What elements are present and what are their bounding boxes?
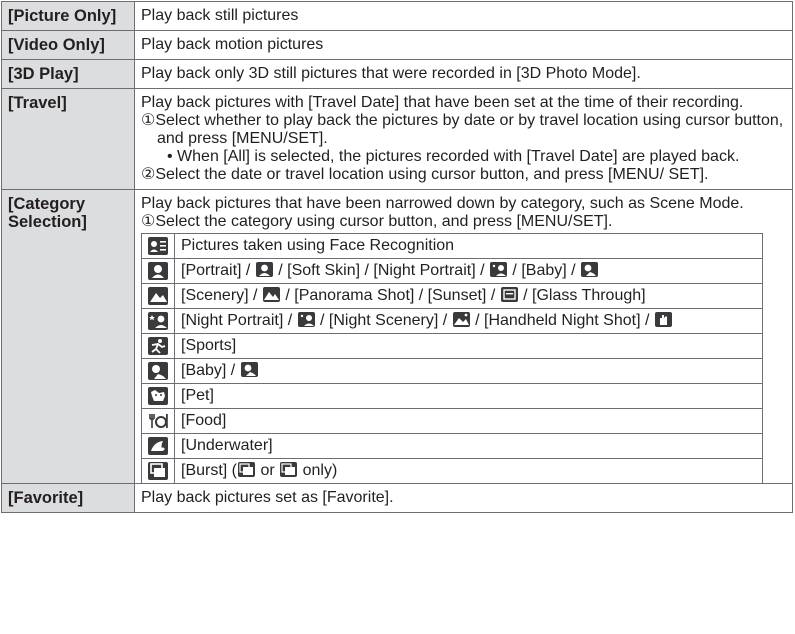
- category-label: / [Night Scenery] /: [315, 312, 452, 329]
- burst-icon: [148, 461, 168, 480]
- playback-filter-table: [Picture Only] Play back still pictures …: [1, 1, 793, 513]
- baby-icon: [148, 361, 168, 380]
- category-label: [Burst] (: [181, 462, 238, 479]
- sports-icon: [148, 336, 168, 355]
- row-desc-favorite: Play back pictures set as [Favorite].: [134, 483, 793, 513]
- category-description: Play back pictures that have been narrow…: [141, 195, 744, 212]
- row-key-category-selection: [Category Selection]: [1, 189, 135, 484]
- row-key-travel: [Travel]: [1, 88, 135, 190]
- row-key-video-only: [Video Only]: [1, 30, 135, 60]
- category-label: [Pet]: [181, 387, 214, 404]
- table-row: [Category Selection] Play back pictures …: [1, 189, 793, 484]
- category-label: / [Baby] /: [507, 262, 581, 279]
- table-row: [3D Play] Play back only 3D still pictur…: [1, 59, 793, 89]
- category-list: Pictures taken using Face Recognition [P…: [141, 233, 763, 483]
- category-label: only): [298, 462, 338, 479]
- row-desc-video-only: Play back motion pictures: [134, 30, 793, 60]
- category-label: [Portrait] /: [181, 262, 255, 279]
- category-label: / [Glass Through]: [518, 287, 646, 304]
- portrait-icon: [148, 261, 168, 280]
- burst-60-icon: [280, 462, 298, 477]
- travel-description: Play back pictures with [Travel Date] th…: [141, 94, 744, 111]
- table-row: [Favorite] Play back pictures set as [Fa…: [1, 483, 793, 513]
- travel-note: • When [All] is selected, the pictures r…: [167, 148, 740, 165]
- night-portrait-mini-icon: [489, 262, 507, 277]
- category-label: / [Handheld Night Shot] /: [470, 312, 654, 329]
- row-category-cell: Play back pictures that have been narrow…: [134, 189, 793, 484]
- category-row-portrait: [Portrait] / / [Soft Skin] / [Night Port…: [141, 258, 763, 284]
- soft-skin-icon: [255, 262, 273, 277]
- category-label: / [Panorama Shot] / [Sunset] /: [280, 287, 500, 304]
- category-label: Pictures taken using Face Recognition: [181, 237, 455, 254]
- row-key-3d-play: [3D Play]: [1, 59, 135, 89]
- baby-mini-icon: [581, 262, 599, 277]
- category-row-food: [Food]: [141, 408, 763, 434]
- category-label: / [Soft Skin] / [Night Portrait] /: [273, 262, 489, 279]
- row-key-favorite: [Favorite]: [1, 483, 135, 513]
- burst-40-icon: [238, 462, 256, 477]
- category-row-night: [Night Portrait] / / [Night Scenery] / /…: [141, 308, 763, 334]
- travel-step-2: ②Select the date or travel location usin…: [141, 166, 709, 183]
- category-label: [Food]: [181, 412, 227, 429]
- category-label: [Baby] /: [181, 362, 240, 379]
- pet-icon: [148, 386, 168, 405]
- table-row: [Picture Only] Play back still pictures: [1, 1, 793, 31]
- category-row-pet: [Pet]: [141, 383, 763, 409]
- category-step-1: ①Select the category using cursor button…: [141, 213, 613, 230]
- handheld-night-mini-icon: [654, 312, 672, 327]
- category-row-underwater: [Underwater]: [141, 433, 763, 459]
- panorama-mini-icon: [262, 287, 280, 302]
- category-label: [Underwater]: [181, 437, 273, 454]
- row-travel-cell: Play back pictures with [Travel Date] th…: [134, 88, 793, 190]
- travel-step-1: ①Select whether to play back the picture…: [141, 112, 784, 147]
- night-scenery-mini-icon: [452, 312, 470, 327]
- category-row-baby: [Baby] /: [141, 358, 763, 384]
- table-row: [Travel] Play back pictures with [Travel…: [1, 88, 793, 190]
- underwater-icon: [148, 436, 168, 455]
- category-label: or: [256, 462, 280, 479]
- baby-mini-icon: [240, 362, 258, 377]
- row-desc-3d-play: Play back only 3D still pictures that we…: [134, 59, 793, 89]
- table-row: [Video Only] Play back motion pictures: [1, 30, 793, 60]
- scenery-icon: [148, 286, 168, 305]
- food-icon: [148, 411, 168, 430]
- night-portrait-icon: [148, 311, 168, 330]
- category-row-face: Pictures taken using Face Recognition: [141, 233, 763, 259]
- face-recognition-icon: [148, 236, 168, 255]
- category-label: [Night Portrait] /: [181, 312, 297, 329]
- category-row-burst: [Burst] ( or only): [141, 458, 763, 483]
- category-row-scenery: [Scenery] / / [Panorama Shot] / [Sunset]…: [141, 283, 763, 309]
- night-portrait-mini-icon: [297, 312, 315, 327]
- row-key-picture-only: [Picture Only]: [1, 1, 135, 31]
- category-row-sports: [Sports]: [141, 333, 763, 359]
- row-desc-picture-only: Play back still pictures: [134, 1, 793, 31]
- category-label: [Scenery] /: [181, 287, 262, 304]
- category-label: [Sports]: [181, 337, 237, 354]
- glass-through-mini-icon: [500, 287, 518, 302]
